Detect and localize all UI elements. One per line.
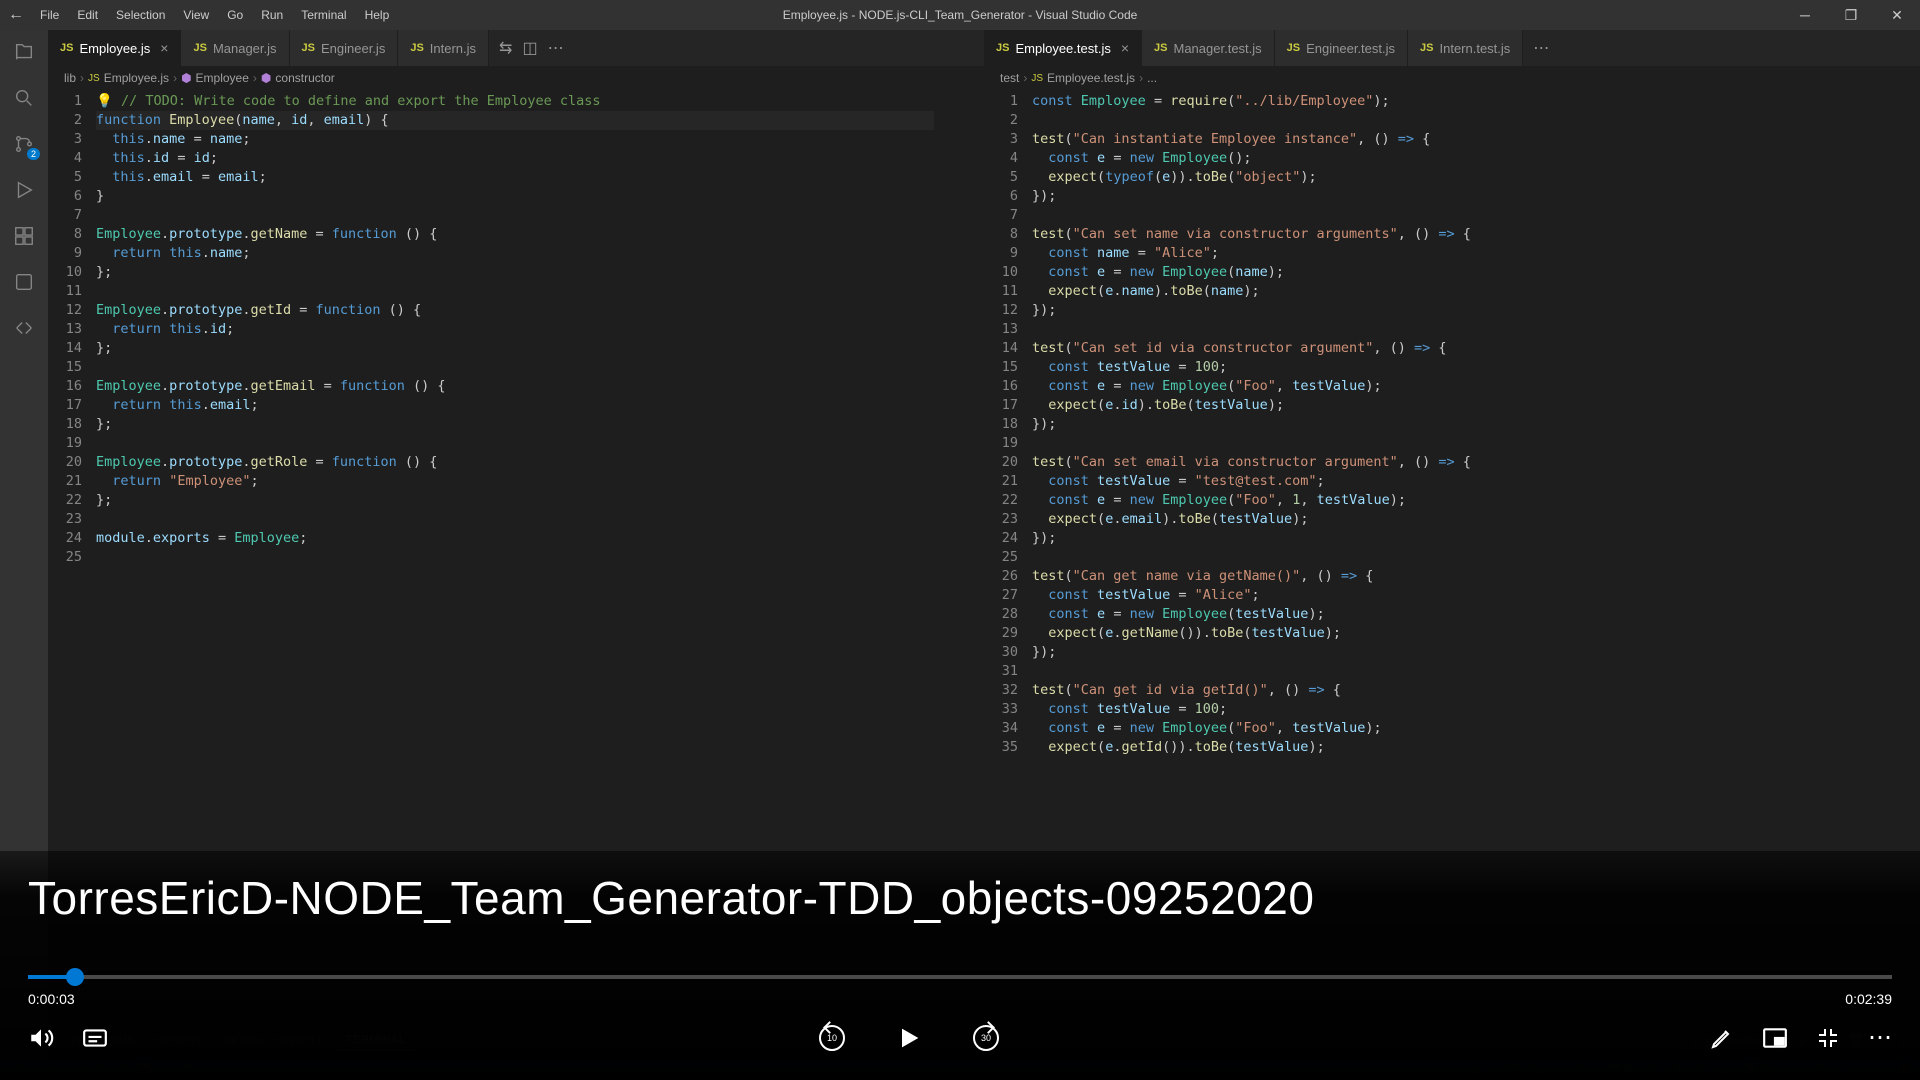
play-button[interactable] xyxy=(895,1024,923,1052)
maximize-button[interactable]: ❐ xyxy=(1828,0,1874,30)
tab-employee-js[interactable]: JSEmployee.js× xyxy=(48,30,181,66)
js-file-icon: JS xyxy=(302,42,315,54)
close-window-button[interactable]: ✕ xyxy=(1874,0,1920,30)
menu-help[interactable]: Help xyxy=(357,4,398,26)
menu-view[interactable]: View xyxy=(175,4,217,26)
exit-fullscreen-icon[interactable] xyxy=(1816,1026,1840,1050)
tab-manager-test-js[interactable]: JSManager.test.js xyxy=(1142,30,1275,66)
js-file-icon: JS xyxy=(1154,42,1167,54)
tab-engineer-test-js[interactable]: JSEngineer.test.js xyxy=(1275,30,1408,66)
breadcrumb-right[interactable]: test› JSEmployee.test.js› ... xyxy=(984,66,1920,90)
tab-group-left: JSEmployee.js× JSManager.js JSEngineer.j… xyxy=(48,30,984,66)
titlebar: ← File Edit Selection View Go Run Termin… xyxy=(0,0,1920,30)
window-title: Employee.js - NODE.js-CLI_Team_Generator… xyxy=(783,8,1138,22)
breadcrumb-left[interactable]: lib› JSEmployee.js› ⬢Employee› ⬢construc… xyxy=(48,66,984,90)
source-control-icon[interactable]: 2 xyxy=(10,130,38,158)
skip-back-button[interactable]: 10 xyxy=(819,1025,845,1051)
volume-icon[interactable] xyxy=(28,1025,54,1051)
close-icon[interactable]: × xyxy=(160,40,168,56)
library-icon[interactable] xyxy=(10,268,38,296)
video-title: TorresEricD-NODE_Team_Generator-TDD_obje… xyxy=(28,871,1892,925)
tab-intern-js[interactable]: JSIntern.js xyxy=(398,30,489,66)
minimize-button[interactable]: ─ xyxy=(1782,0,1828,30)
js-file-icon: JS xyxy=(410,42,423,54)
skip-forward-button[interactable]: 30 xyxy=(973,1025,999,1051)
miniplayer-icon[interactable] xyxy=(1762,1025,1788,1051)
search-icon[interactable] xyxy=(10,84,38,112)
menu-selection[interactable]: Selection xyxy=(108,4,173,26)
more-actions-icon[interactable]: ⋯ xyxy=(1533,38,1549,58)
tab-intern-test-js[interactable]: JSIntern.test.js xyxy=(1408,30,1523,66)
js-file-icon: JS xyxy=(1287,42,1300,54)
menu-terminal[interactable]: Terminal xyxy=(293,4,354,26)
tab-engineer-js[interactable]: JSEngineer.js xyxy=(290,30,399,66)
more-options-icon[interactable]: ⋯ xyxy=(1868,1023,1892,1052)
compare-icon[interactable]: ⇆ xyxy=(499,38,512,58)
run-debug-icon[interactable] xyxy=(10,176,38,204)
back-button[interactable]: ← xyxy=(8,6,24,24)
remote-icon[interactable] xyxy=(10,314,38,342)
explorer-icon[interactable] xyxy=(10,38,38,66)
menu-bar: File Edit Selection View Go Run Terminal… xyxy=(32,4,397,26)
menu-file[interactable]: File xyxy=(32,4,67,26)
js-file-icon: JS xyxy=(193,42,206,54)
tab-manager-js[interactable]: JSManager.js xyxy=(181,30,289,66)
tab-employee-test-js[interactable]: JSEmployee.test.js× xyxy=(984,30,1142,66)
edit-icon[interactable] xyxy=(1710,1026,1734,1050)
time-current: 0:00:03 xyxy=(28,991,75,1007)
video-overlay: TorresEricD-NODE_Team_Generator-TDD_obje… xyxy=(0,851,1920,1080)
js-file-icon: JS xyxy=(1420,42,1433,54)
extensions-icon[interactable] xyxy=(10,222,38,250)
more-actions-icon[interactable]: ⋯ xyxy=(548,38,564,58)
time-duration: 0:02:39 xyxy=(1845,991,1892,1007)
captions-icon[interactable] xyxy=(82,1025,108,1051)
menu-run[interactable]: Run xyxy=(253,4,291,26)
js-file-icon: JS xyxy=(60,42,73,54)
js-file-icon: JS xyxy=(996,42,1009,54)
menu-edit[interactable]: Edit xyxy=(69,4,106,26)
menu-go[interactable]: Go xyxy=(219,4,251,26)
split-editor-icon[interactable]: ◫ xyxy=(522,38,537,58)
seek-bar[interactable] xyxy=(28,975,1892,979)
tab-group-right: JSEmployee.test.js× JSManager.test.js JS… xyxy=(984,30,1920,66)
seek-thumb[interactable] xyxy=(66,968,84,986)
close-icon[interactable]: × xyxy=(1121,40,1129,56)
